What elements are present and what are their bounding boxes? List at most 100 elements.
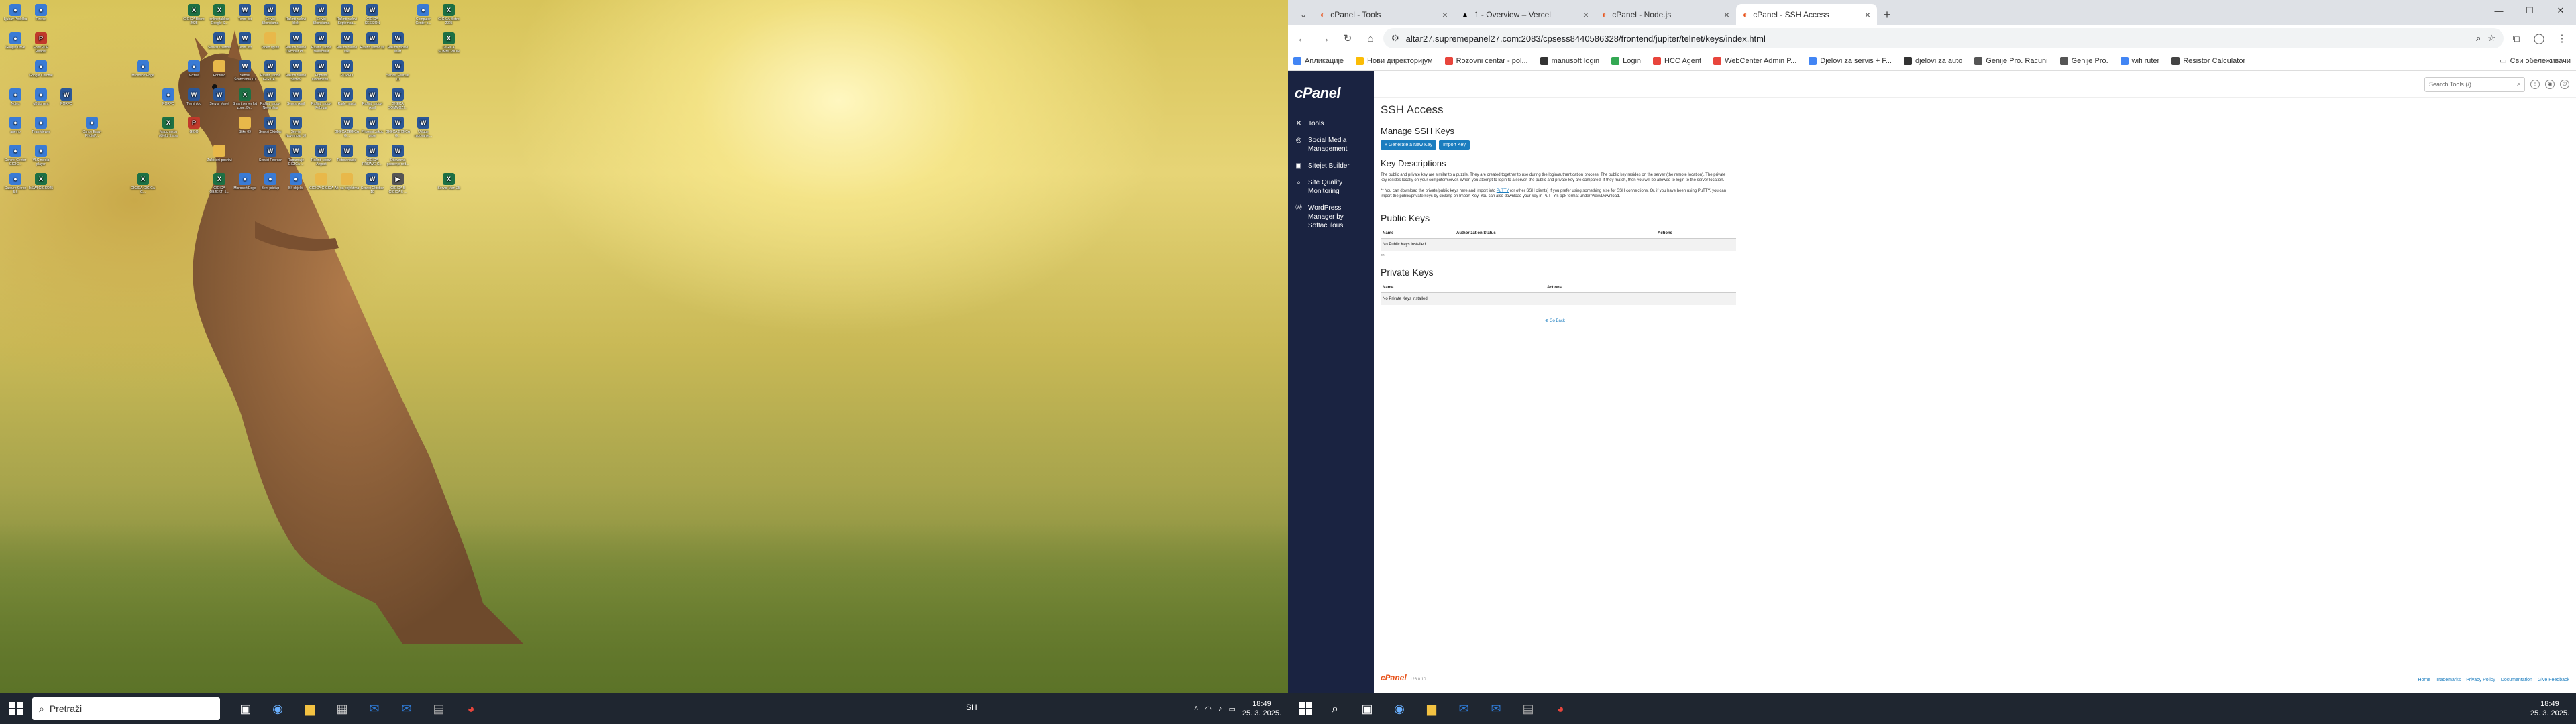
desktop-icon[interactable]: W Rašinti radovi Februar — [309, 88, 334, 110]
back-icon[interactable]: ← — [1292, 28, 1312, 48]
battery-icon[interactable]: ▭ — [1228, 705, 1235, 713]
desktop-icon[interactable]: X Servisi Mart 25 — [436, 173, 462, 190]
desktop-icon[interactable]: W GIGICA SOMMOZI... — [385, 88, 411, 110]
outlook-icon[interactable]: ✉ — [1450, 695, 1477, 722]
desktop-icon[interactable]: W Servisi Lisanne — [207, 32, 232, 50]
desktop-icon[interactable]: W Petrovinasije — [334, 145, 360, 162]
desktop-icon[interactable]: ● Firefox — [28, 4, 54, 21]
desktop-icon[interactable]: W Termi list — [232, 4, 258, 21]
generate-key-button[interactable]: + Generate a New Key — [1381, 140, 1437, 150]
desktop-icon[interactable]: X Smart server list zone, Dr... — [232, 88, 258, 110]
bookmark-item[interactable]: manusoft login — [1540, 56, 1599, 65]
desktop-icon[interactable]: ● TeamViewer — [28, 117, 54, 134]
desktop-icon[interactable]: W Termi list — [232, 32, 258, 50]
task-view-icon[interactable]: ▣ — [1354, 695, 1381, 722]
tools-search-input[interactable]: Search Tools (/) ⌕ — [2424, 76, 2525, 92]
user-icon[interactable]: ◉ — [2545, 79, 2555, 89]
browser-tab[interactable]: ◐ cPanel - SSH Access × — [1736, 4, 1877, 25]
desktop-icon[interactable]: W PORFO — [54, 88, 79, 106]
menu-icon[interactable]: ⋮ — [2552, 28, 2572, 48]
public-col-name[interactable]: Name — [1381, 229, 1454, 239]
all-bookmarks-folder[interactable]: ▭ Сви обележивачи — [2500, 56, 2571, 66]
desktop-icon[interactable]: X GIGICA SOMMOZION — [436, 32, 462, 54]
bookmark-item[interactable]: Login — [1611, 56, 1641, 65]
desktop-icon[interactable]: W Rašinti radovi Novembar — [258, 88, 283, 110]
desktop-icon[interactable]: P GIGO — [181, 117, 207, 134]
chrome-icon[interactable]: ◕ — [458, 695, 484, 722]
desktop-icon[interactable]: W Termi doc — [181, 88, 207, 106]
desktop-icon[interactable]: ● qBittorrent — [28, 88, 54, 106]
footer-link[interactable]: Privacy Policy — [2466, 678, 2496, 682]
extensions-icon[interactable]: ⧉ — [2506, 28, 2526, 48]
start-button[interactable] — [0, 693, 32, 724]
desktop-icon[interactable]: W Rašinti radovi Okcobar Pr... — [283, 32, 309, 54]
tab-close-icon[interactable]: × — [1442, 9, 1448, 20]
desktop-icon[interactable]: W Servisi Škonclama 10 — [232, 60, 258, 82]
zoom-icon[interactable]: ⌕ — [2476, 33, 2481, 44]
desktop-icon[interactable]: Xonline tablica Google S... — [207, 4, 232, 25]
desktop-icon[interactable]: W Servisi Škonclama — [258, 4, 283, 25]
desktop-icon[interactable]: W Servisi Maret — [207, 88, 232, 106]
desktop-icon[interactable]: W Servisi Oktobar 10 — [360, 173, 385, 194]
desktop-icon[interactable]: W GIGICA GIGICA G... — [334, 117, 360, 138]
task-view-icon[interactable]: ▣ — [232, 695, 259, 722]
desktop-icon[interactable]: ● PORFO — [156, 88, 181, 106]
desktop-icon[interactable]: X Mapcrmsku objekti 5.xlsx — [156, 117, 181, 138]
bookmark-star-icon[interactable]: ☆ — [2487, 33, 2496, 44]
desktop-icon[interactable]: W Servisi Februar — [258, 145, 283, 162]
address-bar[interactable]: ⚙ altar27.supremepanel27.com:2083/cpsess… — [1383, 28, 2504, 48]
desktop-icon[interactable]: W Rašinti radovi lise — [334, 32, 360, 54]
putty-link[interactable]: PuTTY — [1497, 189, 1509, 193]
bookmark-item[interactable]: Нови директоријум — [1356, 56, 1433, 65]
search-icon[interactable]: ⌕ — [1322, 695, 1348, 722]
browser-tab[interactable]: ◐ cPanel - Node.js × — [1595, 4, 1736, 25]
logout-icon[interactable]: ⏻ — [2560, 79, 2569, 89]
desktop-icon[interactable]: W Rašinti radovi lul — [360, 32, 385, 50]
tab-close-icon[interactable]: × — [1865, 9, 1870, 20]
desktop-icon[interactable]: X GIGICA GIGICA G... — [130, 173, 156, 194]
copilot-icon[interactable]: ◉ — [264, 695, 291, 722]
site-info-icon[interactable]: ⚙ — [1391, 33, 1399, 44]
desktop-icon[interactable]: W Rašinti radovi GIGICA... — [258, 60, 283, 82]
calculator-icon[interactable]: ▤ — [1515, 695, 1542, 722]
outlook-new-icon[interactable]: ✉ — [1483, 695, 1509, 722]
minimize-icon[interactable]: — — [2483, 0, 2514, 21]
reload-icon[interactable]: ↻ — [1338, 28, 1358, 48]
desktop-icon[interactable]: W Rašinti radovi blok — [283, 4, 309, 25]
footer-link[interactable]: Trademarks — [2436, 678, 2461, 682]
bookmark-item[interactable]: Rozovni centar - pol... — [1444, 56, 1528, 65]
close-window-icon[interactable]: ✕ — [2545, 0, 2576, 21]
desktop-icon[interactable]: W Rašinti radovi Septemba... — [334, 4, 360, 25]
desktop-icon[interactable]: W Servisi April — [283, 88, 309, 106]
desktop-icon[interactable]: W Servisi Novembar 10 — [283, 117, 309, 138]
desktop-icon[interactable]: ● Microsoft Edge — [130, 60, 156, 78]
desktop-icon[interactable]: ● Canon Easy-PhotoP... — [79, 117, 105, 138]
bookmark-item[interactable]: HCC Agent — [1653, 56, 1701, 65]
desktop-icon[interactable]: W Rašinti radovi Samov — [283, 60, 309, 82]
browser-tab[interactable]: ▲ 1 - Overview – Vercel × — [1454, 4, 1595, 25]
desktop-icon[interactable]: ● Bent pristup — [258, 173, 283, 190]
file-explorer-icon[interactable]: ▆ — [1418, 695, 1445, 722]
store-icon[interactable]: ▦ — [329, 695, 356, 722]
desktop-icon[interactable]: ● Google Drive — [3, 32, 28, 50]
sidebar-item[interactable]: Ⓦ WordPress Manager by Softaculous — [1288, 200, 1374, 234]
taskbar-search-input[interactable]: ⌕ Pretraži — [32, 697, 220, 720]
browser-tab[interactable]: ◐ cPanel - Tools × — [1313, 4, 1454, 25]
desktop-icon[interactable]: ● Computer Center s... — [411, 4, 436, 25]
public-col-auth[interactable]: Authorization Status — [1454, 229, 1656, 239]
desktop-icon[interactable]: Portfolio — [207, 60, 232, 78]
bookmark-item[interactable]: WebCenter Admin P... — [1713, 56, 1796, 65]
desktop-icon[interactable]: Slike 09 — [232, 117, 258, 134]
private-col-name[interactable]: Name — [1381, 283, 1545, 293]
desktop-icon[interactable]: ● anemp — [3, 117, 28, 134]
desktop-icon[interactable]: X GIGICA Bistro 2025 — [181, 4, 207, 25]
bookmark-item[interactable]: djelovi za auto — [1903, 56, 1962, 65]
desktop-icon[interactable]: ● Microsoft Edge — [232, 173, 258, 190]
sidebar-item[interactable]: ▣ Sitejet Builder — [1288, 158, 1374, 174]
desktop-icon[interactable]: ▶ GIGICA 5 GIGICA 5 ... — [385, 173, 411, 194]
tab-search-icon[interactable]: ⌄ — [1293, 4, 1313, 25]
start-button-right[interactable] — [1289, 693, 1322, 724]
profile-icon[interactable]: ◯ — [2529, 28, 2549, 48]
sidebar-item[interactable]: ◎ Social Media Management — [1288, 132, 1374, 158]
desktop-icon[interactable]: X GIGICA Bistro 2025 — [436, 4, 462, 25]
